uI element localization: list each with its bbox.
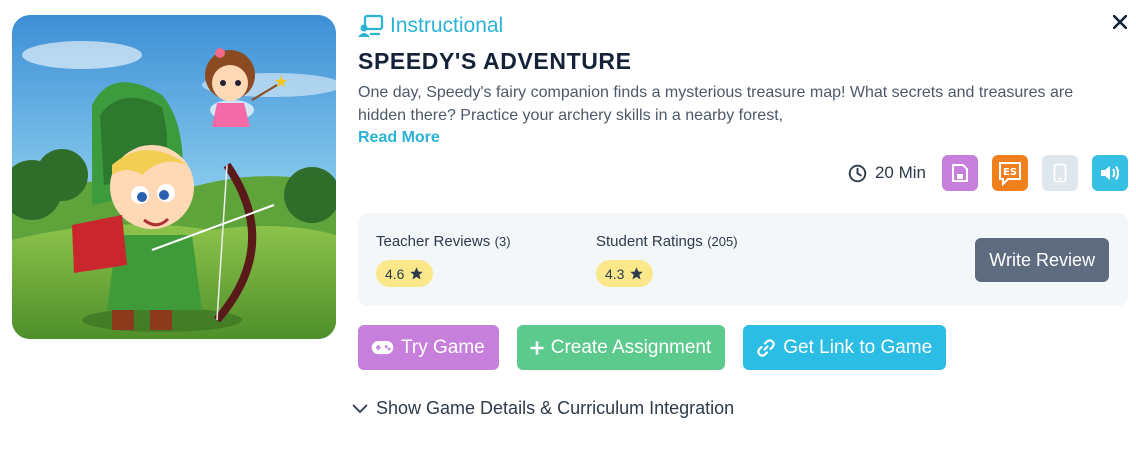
mobile-icon xyxy=(1053,163,1067,183)
duration-label: 20 Min xyxy=(874,163,926,182)
game-description: One day, Speedy's fairy companion finds … xyxy=(358,84,1074,124)
create-assignment-button[interactable]: Create Assignment xyxy=(516,325,726,370)
teacher-rating-value: 4.6 xyxy=(385,265,405,282)
try-game-label: Try Game xyxy=(401,336,485,358)
plus-icon xyxy=(530,341,544,354)
get-link-label: Get Link to Game xyxy=(783,336,933,358)
show-details-label: Show Game Details & Curriculum Integrati… xyxy=(376,398,735,418)
game-category: Instructional xyxy=(358,14,503,38)
save-icon xyxy=(952,164,968,182)
student-rating-value: 4.3 xyxy=(605,265,625,282)
teacher-reviews: Teacher Reviews (3) 4.6 xyxy=(376,233,511,287)
teacher-reviews-count: (3) xyxy=(494,234,511,249)
audio-icon xyxy=(1101,165,1119,181)
instructional-icon xyxy=(358,14,384,37)
audio-badge[interactable] xyxy=(1092,155,1128,191)
category-label: Instructional xyxy=(390,14,504,37)
reviews-panel: Teacher Reviews (3) 4.6 Student Ratings … xyxy=(358,213,1128,306)
archer-illustration: ★ xyxy=(12,15,336,339)
mobile-badge[interactable] xyxy=(1042,155,1078,191)
chevron-down-icon xyxy=(352,404,368,413)
get-link-button[interactable]: Get Link to Game xyxy=(743,325,947,370)
try-game-button[interactable]: Try Game xyxy=(358,325,499,370)
read-more-link[interactable]: Read More xyxy=(358,129,440,147)
student-ratings-count: (205) xyxy=(707,234,738,249)
spanish-es-icon: ES xyxy=(999,162,1021,186)
teacher-reviews-label: Teacher Reviews xyxy=(376,233,491,250)
close-icon xyxy=(1113,15,1127,29)
action-buttons: Try Game Create Assignment Get Link to G… xyxy=(358,325,947,370)
link-icon xyxy=(757,338,775,357)
save-badge[interactable] xyxy=(942,155,978,191)
write-review-button[interactable]: Write Review xyxy=(975,238,1109,282)
game-meta: 20 Min ES xyxy=(848,155,1128,191)
star-icon xyxy=(410,267,424,280)
create-assignment-label: Create Assignment xyxy=(550,336,712,358)
duration: 20 Min xyxy=(848,163,926,183)
spanish-badge[interactable]: ES xyxy=(992,155,1028,191)
show-details-toggle[interactable]: Show Game Details & Curriculum Integrati… xyxy=(352,398,734,419)
game-thumbnail: ★ xyxy=(12,15,336,339)
close-button[interactable] xyxy=(1108,10,1132,34)
student-ratings: Student Ratings (205) 4.3 xyxy=(596,233,738,287)
student-rating-badge[interactable]: 4.3 xyxy=(596,260,654,287)
game-title: SPEEDY'S ADVENTURE xyxy=(358,48,632,74)
teacher-rating-badge[interactable]: 4.6 xyxy=(376,260,434,287)
star-icon xyxy=(630,267,644,280)
clock-icon xyxy=(848,164,867,182)
svg-text:ES: ES xyxy=(1003,167,1017,178)
svg-text:★: ★ xyxy=(274,72,288,91)
gamepad-icon xyxy=(371,340,394,355)
student-ratings-label: Student Ratings xyxy=(596,233,703,250)
